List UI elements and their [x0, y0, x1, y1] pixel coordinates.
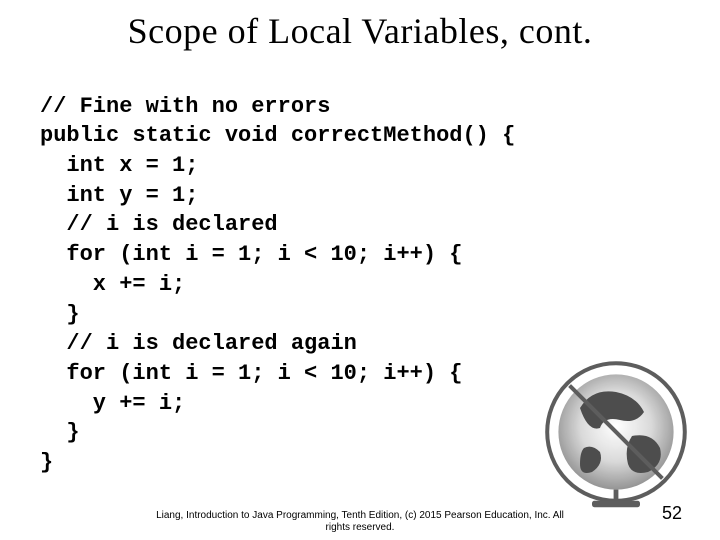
code-line: // i is declared	[40, 212, 278, 237]
code-line: for (int i = 1; i < 10; i++) {	[40, 242, 462, 267]
globe-icon	[536, 352, 696, 512]
code-line: // i is declared again	[40, 331, 357, 356]
slide: Scope of Local Variables, cont. // Fine …	[0, 0, 720, 540]
code-line: // Fine with no errors	[40, 94, 330, 119]
code-line: public static void correctMethod() {	[40, 123, 515, 148]
footer-line: rights reserved.	[326, 522, 395, 533]
code-line: int y = 1;	[40, 183, 198, 208]
code-line: y += i;	[40, 391, 185, 416]
code-line: x += i;	[40, 272, 185, 297]
footer-line: Liang, Introduction to Java Programming,…	[156, 510, 564, 521]
footer-copyright: Liang, Introduction to Java Programming,…	[0, 510, 720, 534]
code-line: for (int i = 1; i < 10; i++) {	[40, 361, 462, 386]
code-line: }	[40, 450, 53, 475]
slide-title: Scope of Local Variables, cont.	[0, 0, 720, 62]
code-line: }	[40, 302, 80, 327]
code-line: int x = 1;	[40, 153, 198, 178]
code-line: }	[40, 420, 80, 445]
